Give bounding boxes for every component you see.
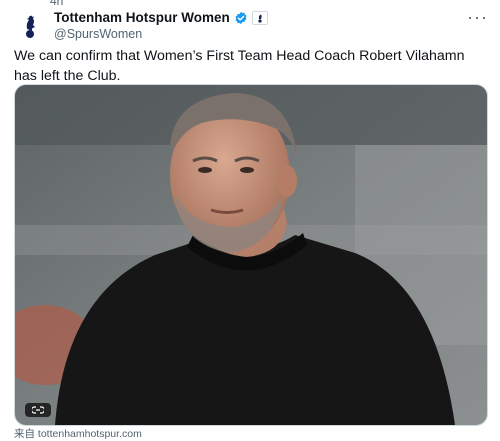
timestamp-partial: 4h	[50, 0, 64, 8]
tweet-media-image[interactable]	[14, 84, 488, 426]
avatar[interactable]	[14, 10, 46, 42]
more-options-icon[interactable]: ···	[467, 8, 488, 26]
account-names: Tottenham Hotspur Women @SpursWomen	[54, 10, 268, 42]
verified-badge-icon	[235, 11, 247, 24]
coach-photo	[15, 85, 487, 425]
link-icon[interactable]	[25, 403, 51, 417]
spurs-cockerel-logo-icon	[26, 15, 35, 38]
tweet-header: Tottenham Hotspur Women @SpursWomen ···	[14, 8, 488, 44]
display-name[interactable]: Tottenham Hotspur Women	[54, 10, 230, 25]
spurs-crest-badge-icon[interactable]	[251, 10, 268, 25]
link-source[interactable]: 来自 tottenhamhotspur.com	[14, 426, 142, 441]
tweet-text: We can confirm that Women’s First Team H…	[14, 48, 465, 84]
account-handle[interactable]: @SpursWomen	[54, 27, 268, 42]
